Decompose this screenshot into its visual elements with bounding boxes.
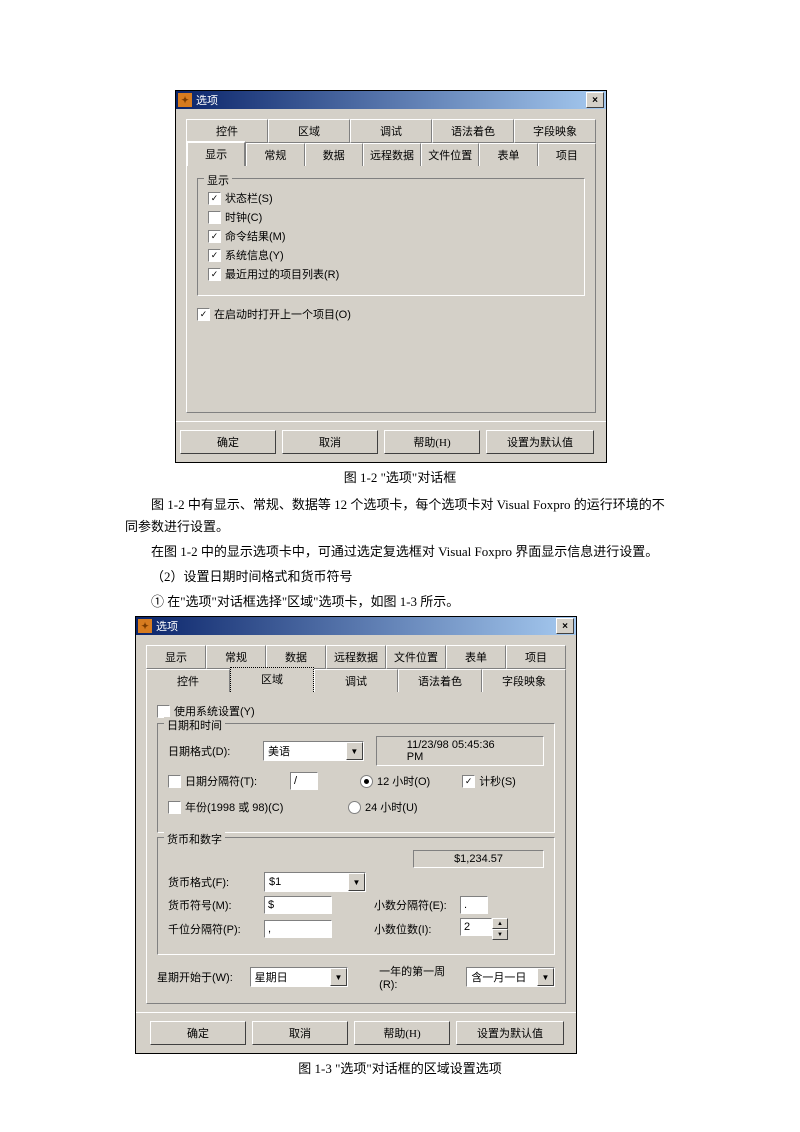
tab-filelocation[interactable]: 文件位置: [421, 143, 479, 166]
check-clock[interactable]: 时钟(C): [208, 209, 574, 225]
tab-remotedata[interactable]: 远程数据: [363, 143, 421, 166]
decimal-digits-spinner[interactable]: 2 ▲▼: [460, 918, 508, 940]
tab-fieldmap[interactable]: 字段映象: [482, 669, 566, 692]
check-year4digit[interactable]: 年份(1998 或 98)(C): [168, 799, 318, 815]
tab-general[interactable]: 常规: [246, 143, 304, 166]
chevron-down-icon: ▼: [537, 968, 554, 986]
tab-data[interactable]: 数据: [266, 645, 326, 669]
fox-icon: ✦: [138, 619, 152, 633]
tab-panel: 显示 ✓状态栏(S) 时钟(C) ✓命令结果(M) ✓系统信息(Y) ✓最近用过…: [186, 166, 596, 413]
tab-region[interactable]: 区域: [230, 667, 314, 692]
dec-dig-label: 小数位数(I):: [374, 921, 454, 937]
spin-up-icon[interactable]: ▲: [492, 918, 508, 929]
fox-icon: ✦: [178, 93, 192, 107]
options-dialog-2: ✦ 选项 × 显示 常规 数据 远程数据 文件位置 表单 项目 控件 区域 调试…: [135, 616, 577, 1054]
tab-project[interactable]: 项目: [538, 143, 596, 166]
paragraph: ① 在"选项"对话框选择"区域"选项卡，如图 1-3 所示。: [125, 591, 675, 613]
close-icon[interactable]: ×: [586, 92, 604, 108]
date-format-label: 日期格式(D):: [168, 743, 257, 759]
week-start-label: 星期开始于(W):: [157, 969, 244, 985]
check-openlastproject[interactable]: ✓在启动时打开上一个项目(O): [197, 306, 585, 322]
currency-group: 货币和数字 $1,234.57 货币格式(F): $1▼ 货币符号(M): $ …: [157, 837, 555, 955]
tab-row-front: 控件 区域 调试 语法着色 字段映象: [146, 669, 566, 692]
datetime-group: 日期和时间 日期格式(D): 美语▼ 11/23/98 05:45:36 PM …: [157, 723, 555, 833]
group-legend: 日期和时间: [164, 717, 225, 733]
figure-caption-1: 图 1-2 "选项"对话框: [125, 467, 675, 486]
tab-form[interactable]: 表单: [479, 143, 537, 166]
dialog-title: 选项: [156, 618, 178, 634]
currency-symbol-input[interactable]: $: [264, 896, 332, 914]
tab-data[interactable]: 数据: [305, 143, 363, 166]
default-button[interactable]: 设置为默认值: [456, 1021, 564, 1045]
ok-button[interactable]: 确定: [180, 430, 276, 454]
close-icon[interactable]: ×: [556, 618, 574, 634]
radio-12hour[interactable]: 12 小时(O): [360, 773, 430, 789]
tab-syntax[interactable]: 语法着色: [432, 119, 514, 143]
chevron-down-icon: ▼: [346, 742, 363, 760]
cancel-button[interactable]: 取消: [252, 1021, 348, 1045]
curr-sym-label: 货币符号(M):: [168, 897, 258, 913]
tab-syntax[interactable]: 语法着色: [398, 669, 482, 692]
check-datesep[interactable]: 日期分隔符(T):: [168, 773, 284, 789]
check-cmdresult[interactable]: ✓命令结果(M): [208, 228, 574, 244]
tab-controls[interactable]: 控件: [146, 669, 230, 692]
check-sysinfo[interactable]: ✓系统信息(Y): [208, 247, 574, 263]
dialog-title: 选项: [196, 92, 218, 108]
tab-display[interactable]: 显示: [146, 645, 206, 669]
titlebar: ✦ 选项 ×: [176, 91, 606, 109]
tab-row-back: 控件 区域 调试 语法着色 字段映象: [186, 119, 596, 143]
chevron-down-icon: ▼: [348, 873, 365, 891]
currency-preview: $1,234.57: [413, 850, 544, 868]
tab-panel: 使用系统设置(Y) 日期和时间 日期格式(D): 美语▼ 11/23/98 05…: [146, 692, 566, 1004]
week-start-combo[interactable]: 星期日▼: [250, 967, 348, 987]
chevron-down-icon: ▼: [330, 968, 347, 986]
paragraph: （2）设置日期时间格式和货币符号: [125, 566, 675, 588]
tab-remotedata[interactable]: 远程数据: [326, 645, 386, 669]
check-statusbar[interactable]: ✓状态栏(S): [208, 190, 574, 206]
tab-project[interactable]: 项目: [506, 645, 566, 669]
tab-display[interactable]: 显示: [186, 141, 246, 166]
tab-general[interactable]: 常规: [206, 645, 266, 669]
thou-sep-input[interactable]: ,: [264, 920, 332, 938]
button-row: 确定 取消 帮助(H) 设置为默认值: [136, 1012, 576, 1053]
ok-button[interactable]: 确定: [150, 1021, 246, 1045]
thou-sep-label: 千位分隔符(P):: [168, 921, 258, 937]
titlebar: ✦ 选项 ×: [136, 617, 576, 635]
datetime-preview: 11/23/98 05:45:36 PM: [376, 736, 544, 766]
check-seconds[interactable]: ✓计秒(S): [462, 773, 516, 789]
tab-region[interactable]: 区域: [268, 119, 350, 143]
date-sep-input[interactable]: /: [290, 772, 318, 790]
curr-fmt-label: 货币格式(F):: [168, 874, 258, 890]
currency-format-combo[interactable]: $1▼: [264, 872, 366, 892]
group-legend: 显示: [204, 172, 232, 188]
help-button[interactable]: 帮助(H): [384, 430, 480, 454]
date-format-combo[interactable]: 美语▼: [263, 741, 364, 761]
first-week-label: 一年的第一周(R):: [379, 963, 460, 991]
tab-filelocation[interactable]: 文件位置: [386, 645, 446, 669]
default-button[interactable]: 设置为默认值: [486, 430, 594, 454]
first-week-combo[interactable]: 含一月一日▼: [466, 967, 555, 987]
tab-row-front: 显示 常规 数据 远程数据 文件位置 表单 项目: [186, 143, 596, 166]
tab-row-back: 显示 常规 数据 远程数据 文件位置 表单 项目: [146, 645, 566, 669]
check-recentprojects[interactable]: ✓最近用过的项目列表(R): [208, 266, 574, 282]
tab-form[interactable]: 表单: [446, 645, 506, 669]
options-dialog-1: ✦ 选项 × 控件 区域 调试 语法着色 字段映象 显示 常规 数据 远程数据 …: [175, 90, 607, 463]
display-group: 显示 ✓状态栏(S) 时钟(C) ✓命令结果(M) ✓系统信息(Y) ✓最近用过…: [197, 178, 585, 296]
group-legend: 货币和数字: [164, 831, 225, 847]
tab-controls[interactable]: 控件: [186, 119, 268, 143]
cancel-button[interactable]: 取消: [282, 430, 378, 454]
help-button[interactable]: 帮助(H): [354, 1021, 450, 1045]
tab-debug[interactable]: 调试: [350, 119, 432, 143]
radio-24hour[interactable]: 24 小时(U): [348, 799, 418, 815]
figure-caption-2: 图 1-3 "选项"对话框的区域设置选项: [125, 1058, 675, 1077]
paragraph: 图 1-2 中有显示、常规、数据等 12 个选项卡，每个选项卡对 Visual …: [125, 494, 675, 538]
tab-fieldmap[interactable]: 字段映象: [514, 119, 596, 143]
dec-sep-input[interactable]: .: [460, 896, 488, 914]
button-row: 确定 取消 帮助(H) 设置为默认值: [176, 421, 606, 462]
dec-sep-label: 小数分隔符(E):: [374, 897, 454, 913]
spin-down-icon[interactable]: ▼: [492, 929, 508, 940]
tab-debug[interactable]: 调试: [314, 669, 398, 692]
paragraph: 在图 1-2 中的显示选项卡中，可通过选定复选框对 Visual Foxpro …: [125, 541, 675, 563]
